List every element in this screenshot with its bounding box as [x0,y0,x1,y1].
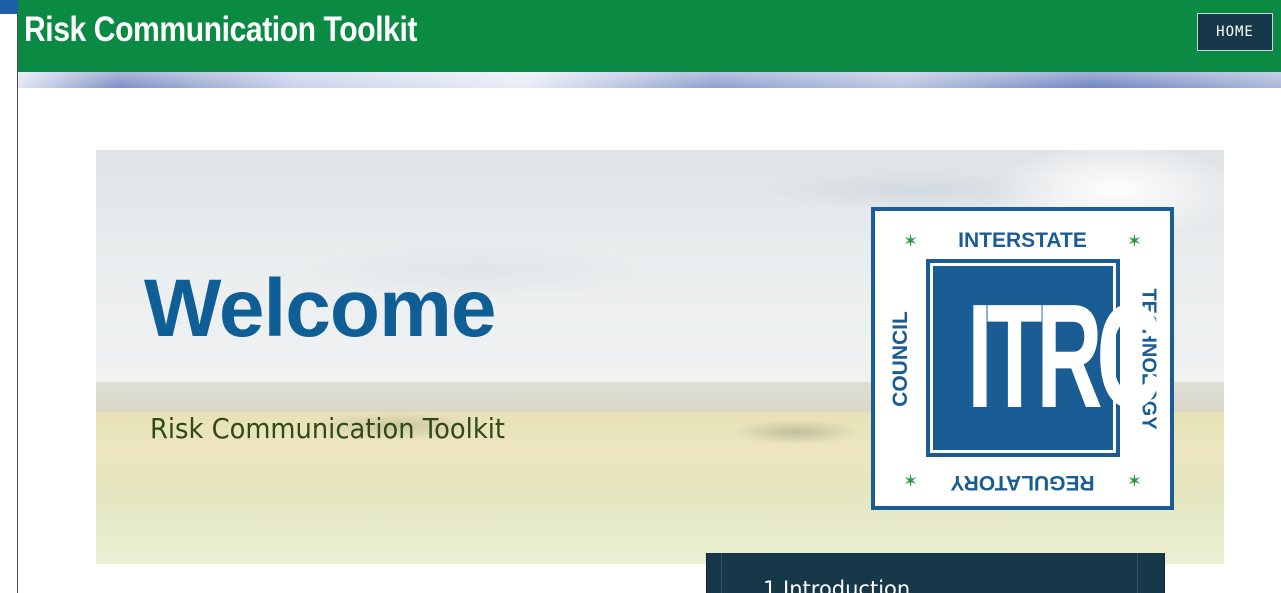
site-header: Risk Communication Toolkit HOME [18,0,1281,72]
toc-dropdown: 1 Introduction [706,553,1165,593]
header-banner-strip [18,72,1281,88]
toc-item-introduction[interactable]: 1 Introduction [763,577,910,593]
hero-subtitle: Risk Communication Toolkit [150,412,506,445]
hero-banner: Welcome Risk Communication Toolkit ✶ ✶ ✶… [96,150,1224,564]
toc-divider [721,553,722,593]
toc-divider [1137,553,1138,593]
itrc-logo: ✶ ✶ ✶ ✶ INTERSTATE COUNCIL TECHNOLOGY IT… [871,207,1174,510]
left-divider [17,14,18,593]
logo-text-council: COUNCIL [889,311,912,407]
site-title[interactable]: Risk Communication Toolkit [24,10,417,50]
home-button[interactable]: HOME [1197,13,1273,51]
logo-mark: ITRC [926,259,1163,457]
left-margin [0,0,17,593]
logo-text-interstate: INTERSTATE [958,229,1087,252]
logo-text-regulatory: REGULATORY [950,471,1095,494]
welcome-heading: Welcome [144,263,497,354]
logo-letters: ITRC [967,274,1162,439]
